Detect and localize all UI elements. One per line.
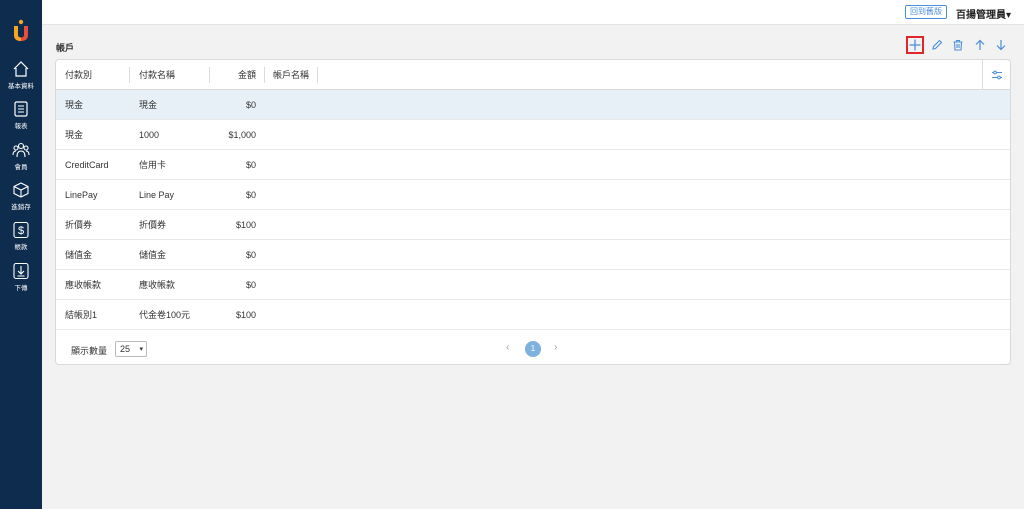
members-icon: [12, 142, 30, 158]
column-settings-button[interactable]: [982, 60, 1010, 90]
sidebar-item-download[interactable]: 下傳: [0, 262, 42, 292]
cell-payment-type: LinePay: [65, 190, 98, 200]
table-row[interactable]: LinePay Line Pay $0: [56, 180, 1010, 210]
pagination-next-button[interactable]: ›: [554, 342, 557, 353]
cell-amount: $100: [235, 220, 256, 230]
table-row[interactable]: 結帳別1 代金卷100元 $100: [56, 300, 1010, 330]
sidebar-item-accounts[interactable]: $ 帳款: [0, 221, 42, 251]
cell-amount: $0: [245, 250, 256, 260]
cell-payment-name: 信用卡: [139, 160, 167, 170]
column-divider: [209, 67, 210, 83]
cell-payment-type: 結帳別1: [65, 310, 98, 320]
brand-logo: [14, 19, 28, 41]
trash-icon: [953, 39, 963, 51]
cell-payment-name: 應收帳款: [139, 280, 176, 290]
pagination-prev-button[interactable]: ‹: [506, 342, 509, 353]
cell-amount: $1,000: [228, 130, 256, 140]
home-icon: [13, 61, 29, 77]
sidebar-item-label: 下傳: [14, 285, 28, 292]
cell-payment-name: 折價券: [139, 220, 167, 230]
table-footer: 顯示數量 25 ▾ ‹ 1 ›: [56, 332, 1010, 364]
cell-payment-type: 現金: [65, 130, 84, 140]
inventory-box-icon: [13, 182, 29, 198]
sidebar-item-label: 帳款: [14, 244, 28, 251]
edit-button[interactable]: [928, 36, 946, 54]
column-header-account-name[interactable]: 帳戶名稱: [273, 60, 309, 90]
plus-icon: [909, 39, 921, 51]
page-title: 帳戶: [56, 43, 75, 53]
table-row[interactable]: 儲值金 儲值金 $0: [56, 240, 1010, 270]
cell-amount: $0: [245, 280, 256, 290]
column-divider: [129, 67, 130, 83]
table-row[interactable]: 折價券 折價券 $100: [56, 210, 1010, 240]
column-header-payment-type[interactable]: 付款別: [65, 60, 92, 90]
sidebar-item-members[interactable]: 會員: [0, 141, 42, 171]
delete-button[interactable]: [949, 36, 967, 54]
sidebar-item-report[interactable]: 報表: [0, 100, 42, 130]
table-row[interactable]: 現金 1000 $1,000: [56, 120, 1010, 150]
pencil-icon: [932, 39, 943, 50]
user-menu[interactable]: 百揚管理員▾: [956, 6, 1011, 21]
report-icon: [14, 101, 28, 117]
cell-payment-name: 儲值金: [139, 250, 167, 260]
arrow-down-icon: [996, 40, 1006, 51]
cell-payment-name: 現金: [139, 100, 158, 110]
column-divider: [317, 67, 318, 83]
cell-payment-type: 折價券: [65, 220, 93, 230]
table-row[interactable]: CreditCard 信用卡 $0: [56, 150, 1010, 180]
add-button[interactable]: [906, 36, 924, 54]
download-icon: [13, 262, 29, 280]
move-down-button[interactable]: [992, 36, 1010, 54]
arrow-up-icon: [975, 39, 985, 50]
sidebar-item-label: 基本資料: [8, 83, 34, 90]
back-to-old-version-button[interactable]: 回到舊版: [905, 5, 947, 19]
column-header-amount[interactable]: 金額: [219, 60, 256, 90]
cell-payment-type: CreditCard: [65, 160, 109, 170]
sidebar-item-label: 進銷存: [11, 204, 31, 211]
page-size-select[interactable]: 25 ▾: [115, 341, 147, 357]
table-row[interactable]: 應收帳款 應收帳款 $0: [56, 270, 1010, 300]
svg-text:$: $: [18, 225, 24, 237]
cell-amount: $0: [245, 190, 256, 200]
cell-payment-type: 儲值金: [65, 250, 93, 260]
cell-amount: $0: [245, 160, 256, 170]
page-size-label: 顯示數量: [71, 346, 108, 356]
table-header: 付款別 付款名稱 金額 帳戶名稱: [56, 60, 1010, 90]
column-header-payment-name[interactable]: 付款名稱: [139, 60, 175, 90]
cell-payment-type: 現金: [65, 100, 84, 110]
chevron-down-icon: ▾: [1006, 10, 1012, 21]
top-bar: 回到舊版 百揚管理員▾: [42, 0, 1024, 25]
sidebar: 基本資料 報表 會員 進銷存 $ 帳款 下傳: [0, 0, 42, 509]
sidebar-item-inventory[interactable]: 進銷存: [0, 181, 42, 211]
toolbar: [906, 36, 1011, 54]
chevron-down-icon: ▾: [139, 346, 143, 353]
page-size-value: 25: [120, 344, 131, 354]
cell-payment-type: 應收帳款: [65, 280, 102, 290]
sidebar-item-label: 報表: [14, 123, 28, 130]
sidebar-item-label: 會員: [14, 164, 28, 171]
dollar-icon: $: [13, 221, 29, 239]
cell-amount: $0: [245, 100, 256, 110]
cell-amount: $100: [235, 310, 256, 320]
sidebar-item-basic-data[interactable]: 基本資料: [0, 60, 42, 90]
move-up-button[interactable]: [971, 36, 989, 54]
table-row[interactable]: 現金 現金 $0: [56, 90, 1010, 120]
pagination-page-button[interactable]: 1: [525, 341, 541, 357]
column-divider: [264, 67, 265, 83]
cell-payment-name: Line Pay: [139, 190, 175, 200]
cell-payment-name: 1000: [139, 130, 160, 140]
cell-payment-name: 代金卷100元: [139, 310, 191, 320]
accounts-table: 付款別 付款名稱 金額 帳戶名稱 現金 現金 $0 現金 1000 $1,000…: [55, 59, 1011, 365]
sliders-icon: [991, 70, 1002, 80]
user-name: 百揚管理員: [956, 10, 1006, 21]
